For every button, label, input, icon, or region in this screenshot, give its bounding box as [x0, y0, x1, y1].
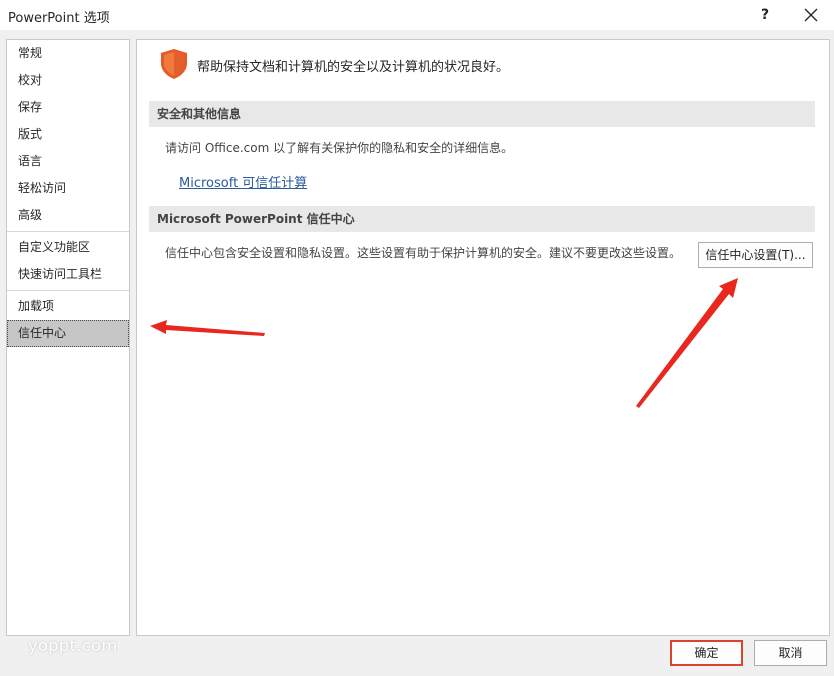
nav-item-addins[interactable]: 加载项 [7, 293, 129, 320]
section-heading-trust-center: Microsoft PowerPoint 信任中心 [149, 206, 815, 232]
title-bar: PowerPoint 选项 ? [0, 0, 834, 30]
privacy-info-text: 请访问 Office.com 以了解有关保护你的隐私和安全的详细信息。 [165, 141, 514, 155]
nav-item-save[interactable]: 保存 [7, 94, 129, 121]
options-nav: 常规 校对 保存 版式 语言 轻松访问 高级 自定义功能区 快速访问工具栏 加载… [6, 39, 130, 636]
nav-item-advanced[interactable]: 高级 [7, 202, 129, 229]
nav-item-general[interactable]: 常规 [7, 40, 129, 67]
watermark: yoppt.com [28, 636, 118, 655]
cancel-button[interactable]: 取消 [754, 640, 827, 666]
nav-item-quick-access-toolbar[interactable]: 快速访问工具栏 [7, 261, 129, 288]
panel-header-text: 帮助保持文档和计算机的安全以及计算机的状况良好。 [197, 60, 510, 75]
nav-item-proofing[interactable]: 校对 [7, 67, 129, 94]
nav-item-customize-ribbon[interactable]: 自定义功能区 [7, 234, 129, 261]
shield-icon [161, 49, 187, 79]
nav-group-addins: 加载项 信任中心 [7, 291, 129, 347]
nav-group-general: 常规 校对 保存 版式 语言 轻松访问 高级 [7, 40, 129, 232]
help-button[interactable]: ? [752, 2, 778, 28]
trust-center-description: 信任中心包含安全设置和隐私设置。这些设置有助于保护计算机的安全。建议不要更改这些… [165, 246, 682, 260]
nav-item-layout[interactable]: 版式 [7, 121, 129, 148]
ok-button[interactable]: 确定 [670, 640, 743, 666]
section-heading-security-info: 安全和其他信息 [149, 101, 815, 127]
close-icon [804, 8, 818, 22]
nav-item-trust-center[interactable]: 信任中心 [7, 320, 129, 347]
powerpoint-options-dialog: PowerPoint 选项 ? 常规 校对 保存 版式 语言 轻松访问 高级 自… [0, 0, 834, 676]
nav-item-language[interactable]: 语言 [7, 148, 129, 175]
nav-group-customize: 自定义功能区 快速访问工具栏 [7, 232, 129, 291]
dialog-title: PowerPoint 选项 [8, 11, 110, 26]
trust-center-settings-button[interactable]: 信任中心设置(T)... [698, 242, 813, 268]
nav-item-accessibility[interactable]: 轻松访问 [7, 175, 129, 202]
close-button[interactable] [796, 2, 826, 28]
trust-center-panel: 帮助保持文档和计算机的安全以及计算机的状况良好。 安全和其他信息 请访问 Off… [136, 39, 830, 636]
trustworthy-computing-link[interactable]: Microsoft 可信任计算 [179, 172, 307, 191]
